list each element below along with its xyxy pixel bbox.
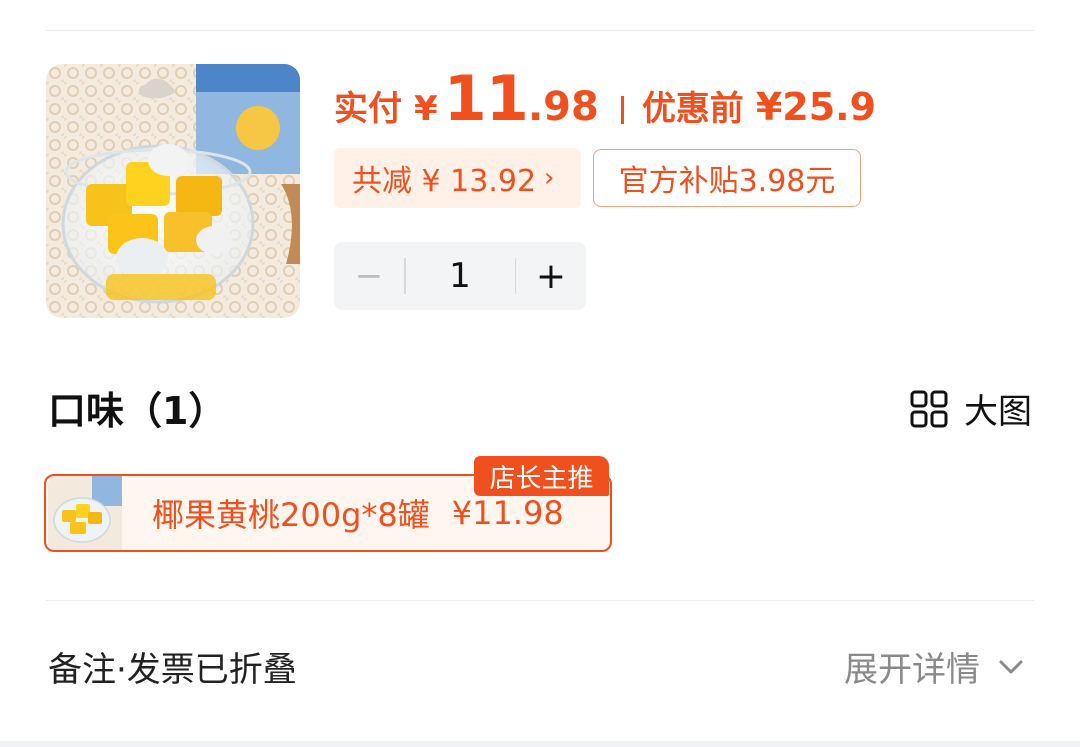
pay-amount-integer: 11 — [443, 62, 529, 135]
pay-amount-decimal: .98 — [527, 84, 599, 130]
before-discount-value: ¥25.9 — [755, 85, 877, 129]
pay-currency: ¥ — [414, 89, 438, 129]
grid-icon — [910, 390, 948, 427]
big-view-label: 大图 — [964, 392, 1032, 432]
expand-details-button[interactable]: 展开详情 — [844, 642, 1026, 691]
quantity-stepper: − 1 + — [334, 242, 586, 310]
total-discount-label: 共减 ¥ 13.92 — [352, 164, 537, 199]
official-subsidy-tag: 官方补贴3.98元 — [593, 149, 861, 207]
price-separator — [620, 96, 624, 124]
recommend-badge: 店长主推 — [474, 456, 609, 496]
option-name: 椰果黄桃200g*8罐 — [152, 496, 430, 534]
bottom-strip — [0, 741, 1080, 747]
section-divider — [46, 600, 1034, 601]
before-discount-label: 优惠前 — [641, 89, 744, 129]
chevron-down-icon — [999, 660, 1023, 673]
pay-label: 实付 — [334, 89, 402, 129]
price-line: 实付 ¥ 11 .98 优惠前 ¥25.9 — [334, 62, 876, 142]
product-image[interactable] — [46, 64, 300, 318]
big-view-button[interactable]: 大图 — [910, 384, 1032, 433]
option-thumbnail — [48, 476, 122, 550]
decrease-quantity-button[interactable]: − — [334, 242, 404, 310]
quantity-value[interactable]: 1 — [406, 256, 515, 296]
chevron-right-icon: › — [544, 163, 555, 193]
expand-details-label: 展开详情 — [844, 650, 980, 690]
option-price: ¥11.98 — [451, 494, 564, 532]
flavor-section-title: 口味（1） — [48, 389, 227, 433]
top-divider — [46, 30, 1034, 31]
total-discount-tag[interactable]: 共减 ¥ 13.92 › — [334, 148, 581, 208]
increase-quantity-button[interactable]: + — [516, 242, 586, 310]
remark-invoice-label: 备注·发票已折叠 — [48, 650, 297, 690]
official-subsidy-label: 官方补贴3.98元 — [618, 164, 836, 199]
